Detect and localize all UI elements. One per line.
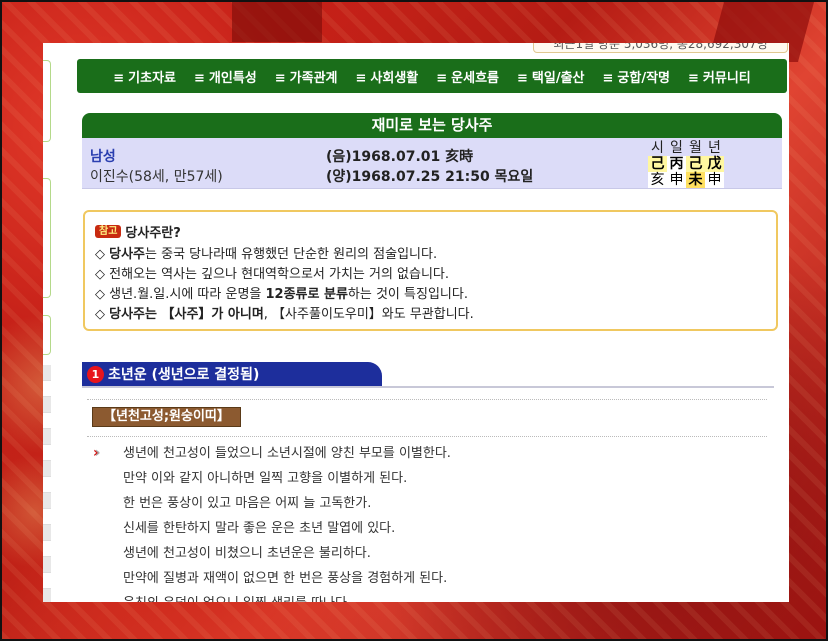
nav-item-label: 커뮤니티 [702, 70, 751, 86]
notice-line: ◇ 당사주는 【사주】가 아니며, 【사주풀이도우미】와도 무관합니다. [95, 305, 766, 325]
fortune-text: 생년에 천고성이 들었으니 소년시절에 양친 부모를 이별한다. 만약 이와 같지… [123, 443, 451, 602]
nav-item[interactable]: ≡ 기초자료 [104, 67, 185, 86]
diamond-bullet: ◇ [95, 287, 110, 302]
diamond-bullet: ◇ [95, 307, 110, 322]
pillar-header-hour: 시 [651, 140, 664, 156]
nav-item-label: 운세흐름 [451, 70, 499, 86]
nav-item[interactable]: ≡ 궁합/작명 [594, 67, 680, 86]
pillar-branch-month: 未 [686, 172, 705, 188]
nav-item[interactable]: ≡ 사회생활 [347, 67, 428, 86]
section-header-early-fortune: 1 초년운 (생년으로 결정됨) [82, 362, 382, 386]
notice-line: ◇ 전해오는 역사는 깊으나 현대역학으로서 가치는 거의 없습니다. [95, 265, 766, 285]
pillar-stem-day: 丙 [667, 156, 686, 172]
diamond-bullet: ◇ [95, 247, 110, 262]
side-tab[interactable] [43, 315, 51, 355]
nav-item-label: 개인특성 [208, 70, 257, 86]
notice-line: ◇ 생년.월.일.시에 따라 운명을 12종류로 분류하는 것이 특징입니다. [95, 285, 766, 305]
name-age: 이진수(58세, 만57세) [90, 169, 223, 185]
dotted-divider [87, 399, 767, 400]
chevron-right-icon: ›› [93, 445, 100, 461]
page-title: 재미로 보는 당사주 [82, 113, 782, 138]
desktop-background: 최근1일 방문 5,036명, 총28,692,307명 ≡ 기초자료 ≡ 개인특성 ≡… [0, 0, 828, 641]
nav-item-label: 택일/출산 [531, 70, 585, 86]
pillar-header-day: 일 [670, 140, 683, 156]
nav-item-label: 궁합/작명 [617, 70, 670, 86]
nav-item[interactable]: ≡ 택일/출산 [508, 67, 594, 86]
menu-icon: ≡ [355, 70, 367, 86]
menu-icon: ≡ [113, 70, 125, 86]
solar-birthdate: (양)1968.07.25 21:50 목요일 [326, 169, 534, 185]
section-divider [82, 386, 774, 388]
diamond-bullet: ◇ [95, 267, 110, 282]
menu-icon: ≡ [436, 70, 448, 86]
sub-category-label: 【년천고성;원숭이띠】 [92, 407, 241, 427]
notice-bold: 12종류로 분류 [265, 287, 348, 302]
pillar-stem-month: 己 [686, 156, 705, 172]
notice-text: 생년.월.일.시에 따라 운명을 [109, 287, 266, 302]
left-sidebar-edge [43, 60, 51, 602]
section-number-badge: 1 [87, 365, 104, 383]
nav-item[interactable]: ≡ 커뮤니티 [679, 67, 760, 86]
fortune-line: 만약 이와 같지 아니하면 일찍 고향을 이별하게 된다. [123, 471, 408, 486]
notice-line: ◇ 당사주는 중국 당나라때 유행했던 단순한 원리의 점술입니다. [95, 245, 766, 265]
webpage: 최근1일 방문 5,036명, 총28,692,307명 ≡ 기초자료 ≡ 개인특성 ≡… [43, 43, 789, 602]
pillar-branch-hour: 亥 [648, 172, 667, 188]
menu-icon: ≡ [688, 70, 699, 86]
pillar-header-month: 월 [689, 140, 702, 156]
menu-icon: ≡ [602, 70, 614, 86]
section-title: 초년운 (생년으로 결정됨) [108, 367, 260, 383]
notice-text: 전해오는 역사는 깊으나 현대역학으로서 가치는 거의 없습니다. [109, 267, 450, 282]
pillar-branch-day: 申 [667, 172, 686, 188]
notice-title: 당사주란? [125, 226, 181, 241]
nav-item[interactable]: ≡ 개인특성 [185, 67, 266, 86]
nav-item-label: 사회생활 [370, 70, 419, 86]
fortune-line: 만약에 질병과 재액이 없으면 한 번은 풍상을 경험하게 된다. [123, 571, 448, 586]
notice-heading: 참고 당사주란? [95, 222, 766, 241]
side-tab[interactable] [43, 60, 51, 142]
nav-item-label: 기초자료 [128, 70, 176, 86]
nav-item[interactable]: ≡ 운세흐름 [427, 67, 508, 86]
menu-icon: ≡ [274, 70, 286, 86]
fortune-line: 생년에 천고성이 들었으니 소년시절에 양친 부모를 이별한다. [123, 446, 451, 461]
gender-label: 남성 [90, 149, 116, 165]
notice-text: 하는 것이 특징입니다. [347, 287, 468, 302]
notice-bold: 당사주 [109, 247, 146, 262]
four-pillars-table: 시 일 월 년 己 丙 己 戊 亥 申 未 申 [648, 140, 724, 188]
fortune-line: 생년에 천고성이 비쳤으니 초년운은 불리하다. [123, 546, 371, 561]
background-decoration [232, 2, 322, 42]
pillar-stem-year: 戊 [705, 156, 724, 172]
fortune-line: 신세를 한탄하지 말라 좋은 운은 초년 말엽에 있다. [123, 521, 396, 536]
pillar-header-year: 년 [708, 140, 721, 156]
menu-icon: ≡ [517, 70, 528, 86]
notice-text: 는 중국 당나라때 유행했던 단순한 원리의 점술입니다. [145, 247, 438, 262]
side-tab[interactable] [43, 178, 51, 298]
notice-text: , 【사주풀이도우미】와도 무관합니다. [263, 307, 474, 322]
reference-badge: 참고 [95, 225, 122, 238]
pillar-branch-year: 申 [705, 172, 724, 188]
nav-item[interactable]: ≡ 가족관계 [266, 67, 347, 86]
person-info-panel: 남성 이진수(58세, 만57세) (음)1968.07.01 亥時 (양)19… [82, 138, 782, 189]
pillar-stem-hour: 己 [648, 156, 667, 172]
notice-bold: 당사주는 【사주】가 아니며 [109, 307, 264, 322]
fortune-line: 육친의 은덕이 없으니 일찍 생리를 따나다. [123, 593, 451, 602]
visitor-stats: 최근1일 방문 5,036명, 총28,692,307명 [533, 43, 788, 53]
fortune-line: 한 번은 풍상이 있고 마음은 어찌 늘 고독한가. [123, 496, 372, 511]
dotted-divider [87, 436, 767, 437]
main-nav: ≡ 기초자료 ≡ 개인특성 ≡ 가족관계 ≡ 사회생활 ≡ 운세흐름 ≡ 택일/출산 ≡ 궁합/작명 ≡ 커뮤… [77, 59, 787, 93]
notice-box: 참고 당사주란? ◇ 당사주는 중국 당나라때 유행했던 단순한 원리의 점술입… [83, 210, 778, 331]
lunar-birthdate: (음)1968.07.01 亥時 [326, 149, 474, 165]
menu-icon: ≡ [194, 70, 205, 86]
side-rows [43, 365, 51, 602]
nav-item-label: 가족관계 [289, 70, 338, 86]
